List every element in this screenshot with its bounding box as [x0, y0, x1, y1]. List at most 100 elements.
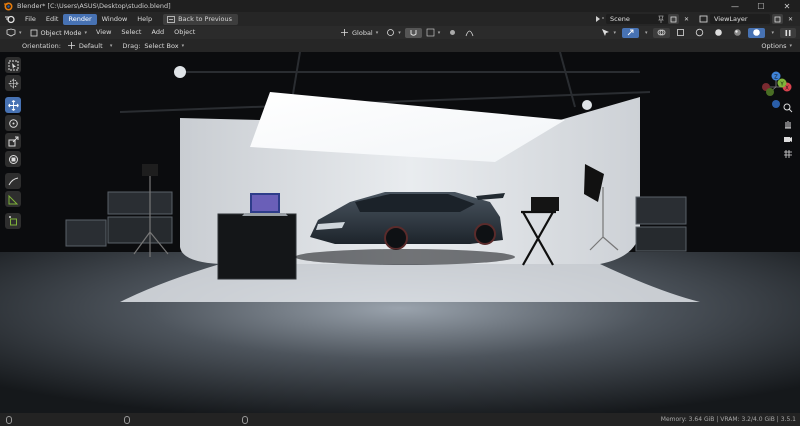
status-stats: Memory: 3.64 GiB | VRAM: 3.2/4.0 GiB | 3…	[660, 416, 796, 423]
pause-render-button[interactable]	[780, 27, 796, 38]
mouse-right-icon	[242, 415, 248, 424]
shading-material-button[interactable]	[729, 28, 746, 38]
cursor-tool[interactable]	[5, 75, 21, 91]
scale-tool[interactable]	[5, 133, 21, 149]
chevron-down-icon: ▾	[771, 29, 774, 36]
drag-dropdown[interactable]: Select Box ▾	[140, 41, 188, 51]
blender-logo-icon	[4, 2, 13, 11]
menu-file[interactable]: File	[20, 14, 41, 25]
transform-tool[interactable]	[5, 151, 21, 167]
drag-value: Select Box	[144, 41, 179, 50]
mouse-left-icon	[6, 415, 12, 424]
x-axis-label: X	[785, 86, 789, 92]
orientation-dropdown[interactable]: Default ▾	[63, 41, 117, 51]
duplicate-icon	[670, 16, 677, 22]
visibility-dropdown[interactable]: ▾	[597, 28, 620, 38]
annotate-pencil-icon	[8, 177, 18, 185]
maximize-button[interactable]: ☐	[748, 0, 774, 12]
material-shading-icon	[734, 29, 742, 36]
window-title: Blender* [C:\Users\ASUS\Desktop\studio.b…	[17, 2, 171, 10]
chevron-down-icon: ▾	[84, 29, 87, 36]
pin-icon[interactable]	[656, 14, 666, 24]
transform-controls: Global ▾ ▾ ▾	[336, 26, 478, 39]
pause-icon	[785, 29, 791, 36]
overlays-icon	[658, 29, 666, 36]
menu-edit[interactable]: Edit	[41, 14, 64, 25]
overlays-toggle[interactable]	[653, 27, 671, 38]
falloff-dropdown[interactable]	[461, 28, 478, 38]
minimize-button[interactable]: —	[722, 0, 748, 12]
menu-window[interactable]: Window	[97, 14, 133, 25]
new-view-layer-button[interactable]	[772, 14, 783, 24]
rotate-tool[interactable]	[5, 115, 21, 131]
view-layer-field[interactable]: ViewLayer	[710, 14, 770, 24]
grid-icon	[784, 150, 792, 158]
selectability-icon	[602, 29, 610, 36]
falloff-curve-icon	[465, 30, 474, 37]
status-bar: Memory: 3.64 GiB | VRAM: 3.2/4.0 GiB | 3…	[0, 413, 800, 426]
menu-add[interactable]: Add	[146, 27, 169, 38]
annotate-tool[interactable]	[5, 173, 21, 189]
pan-view-button[interactable]	[782, 118, 794, 130]
scene-selector-area: Scene ✕ ViewLayer ✕	[594, 12, 800, 26]
viewport-gizmo-toggle[interactable]	[621, 27, 639, 38]
xray-icon	[677, 29, 685, 36]
pivot-point-dropdown[interactable]: ▾	[382, 28, 405, 38]
duplicate-icon	[774, 16, 781, 22]
proportional-edit-toggle[interactable]	[444, 28, 461, 38]
view-layer-icon[interactable]	[698, 14, 710, 24]
scene-icon[interactable]	[594, 14, 606, 24]
delete-scene-button[interactable]: ✕	[681, 14, 692, 24]
camera-view-button[interactable]	[782, 133, 794, 145]
proportional-edit-icon	[450, 30, 456, 35]
measure-tool[interactable]	[5, 191, 21, 207]
menu-select[interactable]: Select	[116, 27, 146, 38]
snap-magnet-icon	[410, 30, 417, 36]
z-axis-label: Z	[774, 75, 778, 81]
options-dropdown[interactable]: Options ▾	[757, 41, 796, 51]
chevron-down-icon: ▾	[181, 42, 185, 49]
menu-view[interactable]: View	[91, 27, 116, 38]
chevron-down-icon: ▾	[789, 42, 792, 49]
y-axis-label: Y	[779, 82, 784, 88]
pivot-icon	[387, 29, 395, 36]
camera-icon	[784, 137, 792, 142]
transform-orientation-dropdown[interactable]: Global ▾	[336, 28, 382, 38]
shading-wireframe-button[interactable]	[691, 28, 708, 38]
menu-object[interactable]: Object	[169, 27, 200, 38]
add-cube-tool[interactable]	[5, 213, 21, 229]
xray-toggle[interactable]	[672, 28, 689, 38]
back-to-previous-button[interactable]: Back to Previous	[163, 13, 239, 25]
drag-label: Drag:	[122, 41, 141, 50]
mouse-middle-icon	[124, 415, 130, 424]
snap-target-dropdown[interactable]: ▾	[422, 28, 445, 38]
3d-viewport[interactable]: Z X Y	[0, 52, 800, 413]
ortho-toggle-button[interactable]	[782, 148, 794, 160]
scale-icon	[8, 136, 18, 146]
chevron-down-icon: ▾	[613, 29, 616, 36]
menu-render[interactable]: Render	[63, 13, 97, 25]
menu-help[interactable]: Help	[132, 14, 157, 25]
editor-type-dropdown[interactable]: ▾	[2, 28, 26, 38]
shading-options-dropdown[interactable]: ▾	[767, 28, 778, 38]
gizmo-dropdown[interactable]: ▾	[641, 28, 652, 38]
move-tool[interactable]	[5, 97, 21, 113]
transform-icon	[8, 154, 18, 164]
hand-icon	[785, 121, 791, 129]
blender-menu-icon[interactable]	[4, 14, 16, 24]
shading-solid-button[interactable]	[710, 28, 727, 38]
mode-label: Object Mode	[40, 28, 82, 37]
new-scene-button[interactable]	[668, 14, 679, 24]
close-button[interactable]: ✕	[774, 0, 800, 12]
zoom-magnifier-icon	[783, 103, 793, 113]
orientation-label: Orientation:	[22, 41, 61, 50]
delete-view-layer-button[interactable]: ✕	[785, 14, 796, 24]
tool-settings-header: Orientation: Default ▾ Drag: Select Box …	[0, 39, 800, 52]
select-box-tool[interactable]	[5, 57, 21, 73]
viewport-header: ▾ Object Mode ▾ View Select Add Object G…	[0, 26, 800, 39]
mode-dropdown[interactable]: Object Mode ▾	[26, 28, 91, 38]
shading-rendered-button[interactable]	[748, 27, 766, 38]
snap-toggle[interactable]	[404, 27, 422, 38]
zoom-view-button[interactable]	[782, 102, 794, 114]
back-to-previous-label: Back to Previous	[178, 14, 233, 23]
